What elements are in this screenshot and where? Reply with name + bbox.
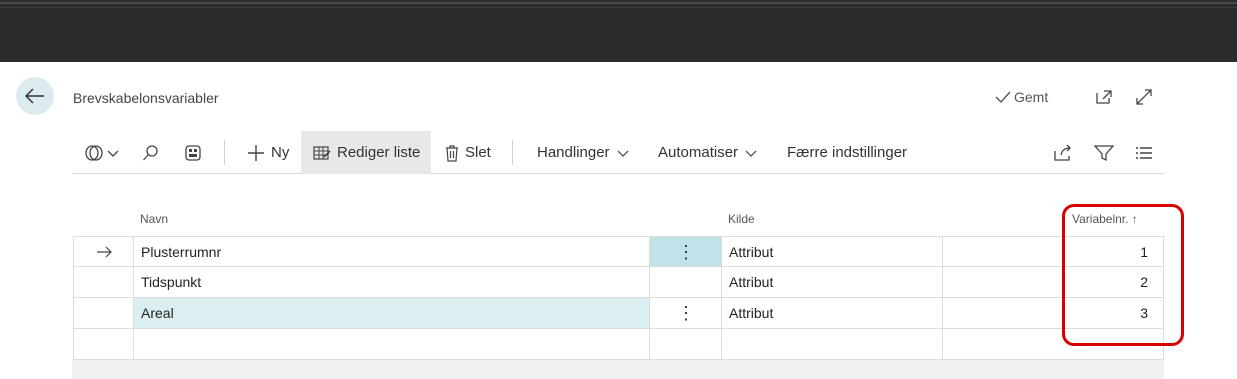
page-title: Brevskabelonsvariabler bbox=[73, 90, 219, 106]
filter-button[interactable] bbox=[1094, 131, 1116, 174]
new-label: Ny bbox=[271, 144, 290, 161]
column-header-variable-no-label: Variabelnr. bbox=[1072, 212, 1129, 226]
list-view-button[interactable] bbox=[1135, 131, 1157, 174]
table-row[interactable]: Tidspunkt Attribut 2 bbox=[73, 266, 1164, 297]
name-cell[interactable]: Plusterrumnr bbox=[133, 237, 649, 267]
edit-list-button[interactable]: Rediger liste bbox=[301, 131, 431, 174]
row-selector[interactable] bbox=[73, 329, 133, 359]
expand-button[interactable] bbox=[1134, 87, 1154, 107]
grid-border bbox=[1163, 236, 1164, 360]
fewer-options-button[interactable]: Færre indstillinger bbox=[787, 131, 907, 174]
row-selector[interactable] bbox=[73, 267, 133, 297]
new-button[interactable]: Ny bbox=[245, 131, 291, 174]
list-icon bbox=[1136, 146, 1152, 159]
filter-pane-icon bbox=[185, 144, 201, 161]
check-icon bbox=[995, 91, 1011, 104]
saved-label: Gemt bbox=[1014, 89, 1049, 105]
open-in-new-window-icon bbox=[1096, 90, 1112, 104]
variable-no-cell[interactable]: 1 bbox=[942, 237, 1164, 267]
open-new-window-button[interactable] bbox=[1094, 87, 1114, 107]
delete-label: Slet bbox=[465, 144, 491, 161]
app-top-bar bbox=[0, 0, 1237, 62]
variable-no-cell[interactable]: 3 bbox=[942, 298, 1164, 328]
views-icon bbox=[85, 144, 103, 161]
divider bbox=[224, 140, 225, 165]
share-icon bbox=[1054, 144, 1071, 161]
variable-no-cell[interactable]: 2 bbox=[942, 267, 1164, 297]
variable-no-cell[interactable] bbox=[942, 329, 1164, 359]
source-cell[interactable]: Attribut bbox=[721, 298, 943, 328]
row-selector[interactable] bbox=[73, 298, 133, 328]
edit-list-label: Rediger liste bbox=[337, 144, 421, 161]
table-row[interactable]: Plusterrumnr ⋮ Attribut 1 bbox=[73, 236, 1164, 267]
actions-menu-button[interactable]: Handlinger bbox=[537, 131, 630, 174]
new-row[interactable] bbox=[73, 328, 1164, 359]
row-selector[interactable] bbox=[73, 237, 133, 267]
name-cell[interactable]: Areal bbox=[133, 298, 649, 328]
column-header-variable-no[interactable]: Variabelnr. ↑ bbox=[1072, 212, 1138, 226]
chevron-down-icon bbox=[617, 150, 628, 157]
back-button[interactable] bbox=[16, 77, 54, 115]
delete-button[interactable]: Slet bbox=[444, 131, 491, 174]
table-row[interactable]: Areal ⋮ Attribut 3 bbox=[73, 297, 1164, 328]
top-bar-divider bbox=[0, 2, 1237, 4]
expand-icon bbox=[1136, 89, 1152, 105]
action-bar: Ny Rediger liste Slet Handlinger Automat… bbox=[72, 131, 1164, 174]
filter-pane-button[interactable] bbox=[184, 131, 208, 174]
source-cell[interactable] bbox=[721, 329, 943, 359]
name-cell[interactable]: Tidspunkt bbox=[133, 267, 649, 297]
search-button[interactable] bbox=[142, 131, 166, 174]
column-header-source[interactable]: Kilde bbox=[728, 212, 755, 226]
row-menu-cell[interactable] bbox=[649, 267, 722, 297]
arrow-right-icon bbox=[96, 246, 112, 258]
plus-icon bbox=[248, 144, 264, 161]
automate-menu-button[interactable]: Automatiser bbox=[658, 131, 758, 174]
chevron-down-icon bbox=[745, 150, 757, 157]
column-header-name[interactable]: Navn bbox=[140, 212, 168, 226]
edit-list-icon bbox=[313, 145, 331, 160]
name-cell[interactable] bbox=[133, 329, 649, 359]
sort-ascending-icon: ↑ bbox=[1131, 212, 1138, 226]
saved-status: Gemt bbox=[995, 89, 1048, 105]
grid-footer bbox=[72, 360, 1164, 379]
filter-icon bbox=[1094, 144, 1114, 161]
arrow-left-icon bbox=[25, 88, 44, 104]
views-menu-button[interactable] bbox=[84, 131, 124, 174]
row-menu-button[interactable]: ⋮ bbox=[649, 298, 722, 328]
automate-label: Automatiser bbox=[658, 144, 739, 161]
share-button[interactable] bbox=[1054, 131, 1076, 174]
actions-label: Handlinger bbox=[537, 144, 610, 161]
row-menu-button[interactable]: ⋮ bbox=[649, 237, 722, 267]
source-cell[interactable]: Attribut bbox=[721, 267, 943, 297]
source-cell[interactable]: Attribut bbox=[721, 237, 943, 267]
row-menu-cell[interactable] bbox=[649, 329, 722, 359]
fewer-options-label: Færre indstillinger bbox=[787, 144, 908, 161]
chevron-down-icon bbox=[107, 150, 119, 157]
divider bbox=[512, 140, 513, 165]
search-icon bbox=[143, 144, 158, 160]
trash-icon bbox=[446, 144, 458, 162]
top-bar-divider-2 bbox=[0, 7, 1237, 8]
